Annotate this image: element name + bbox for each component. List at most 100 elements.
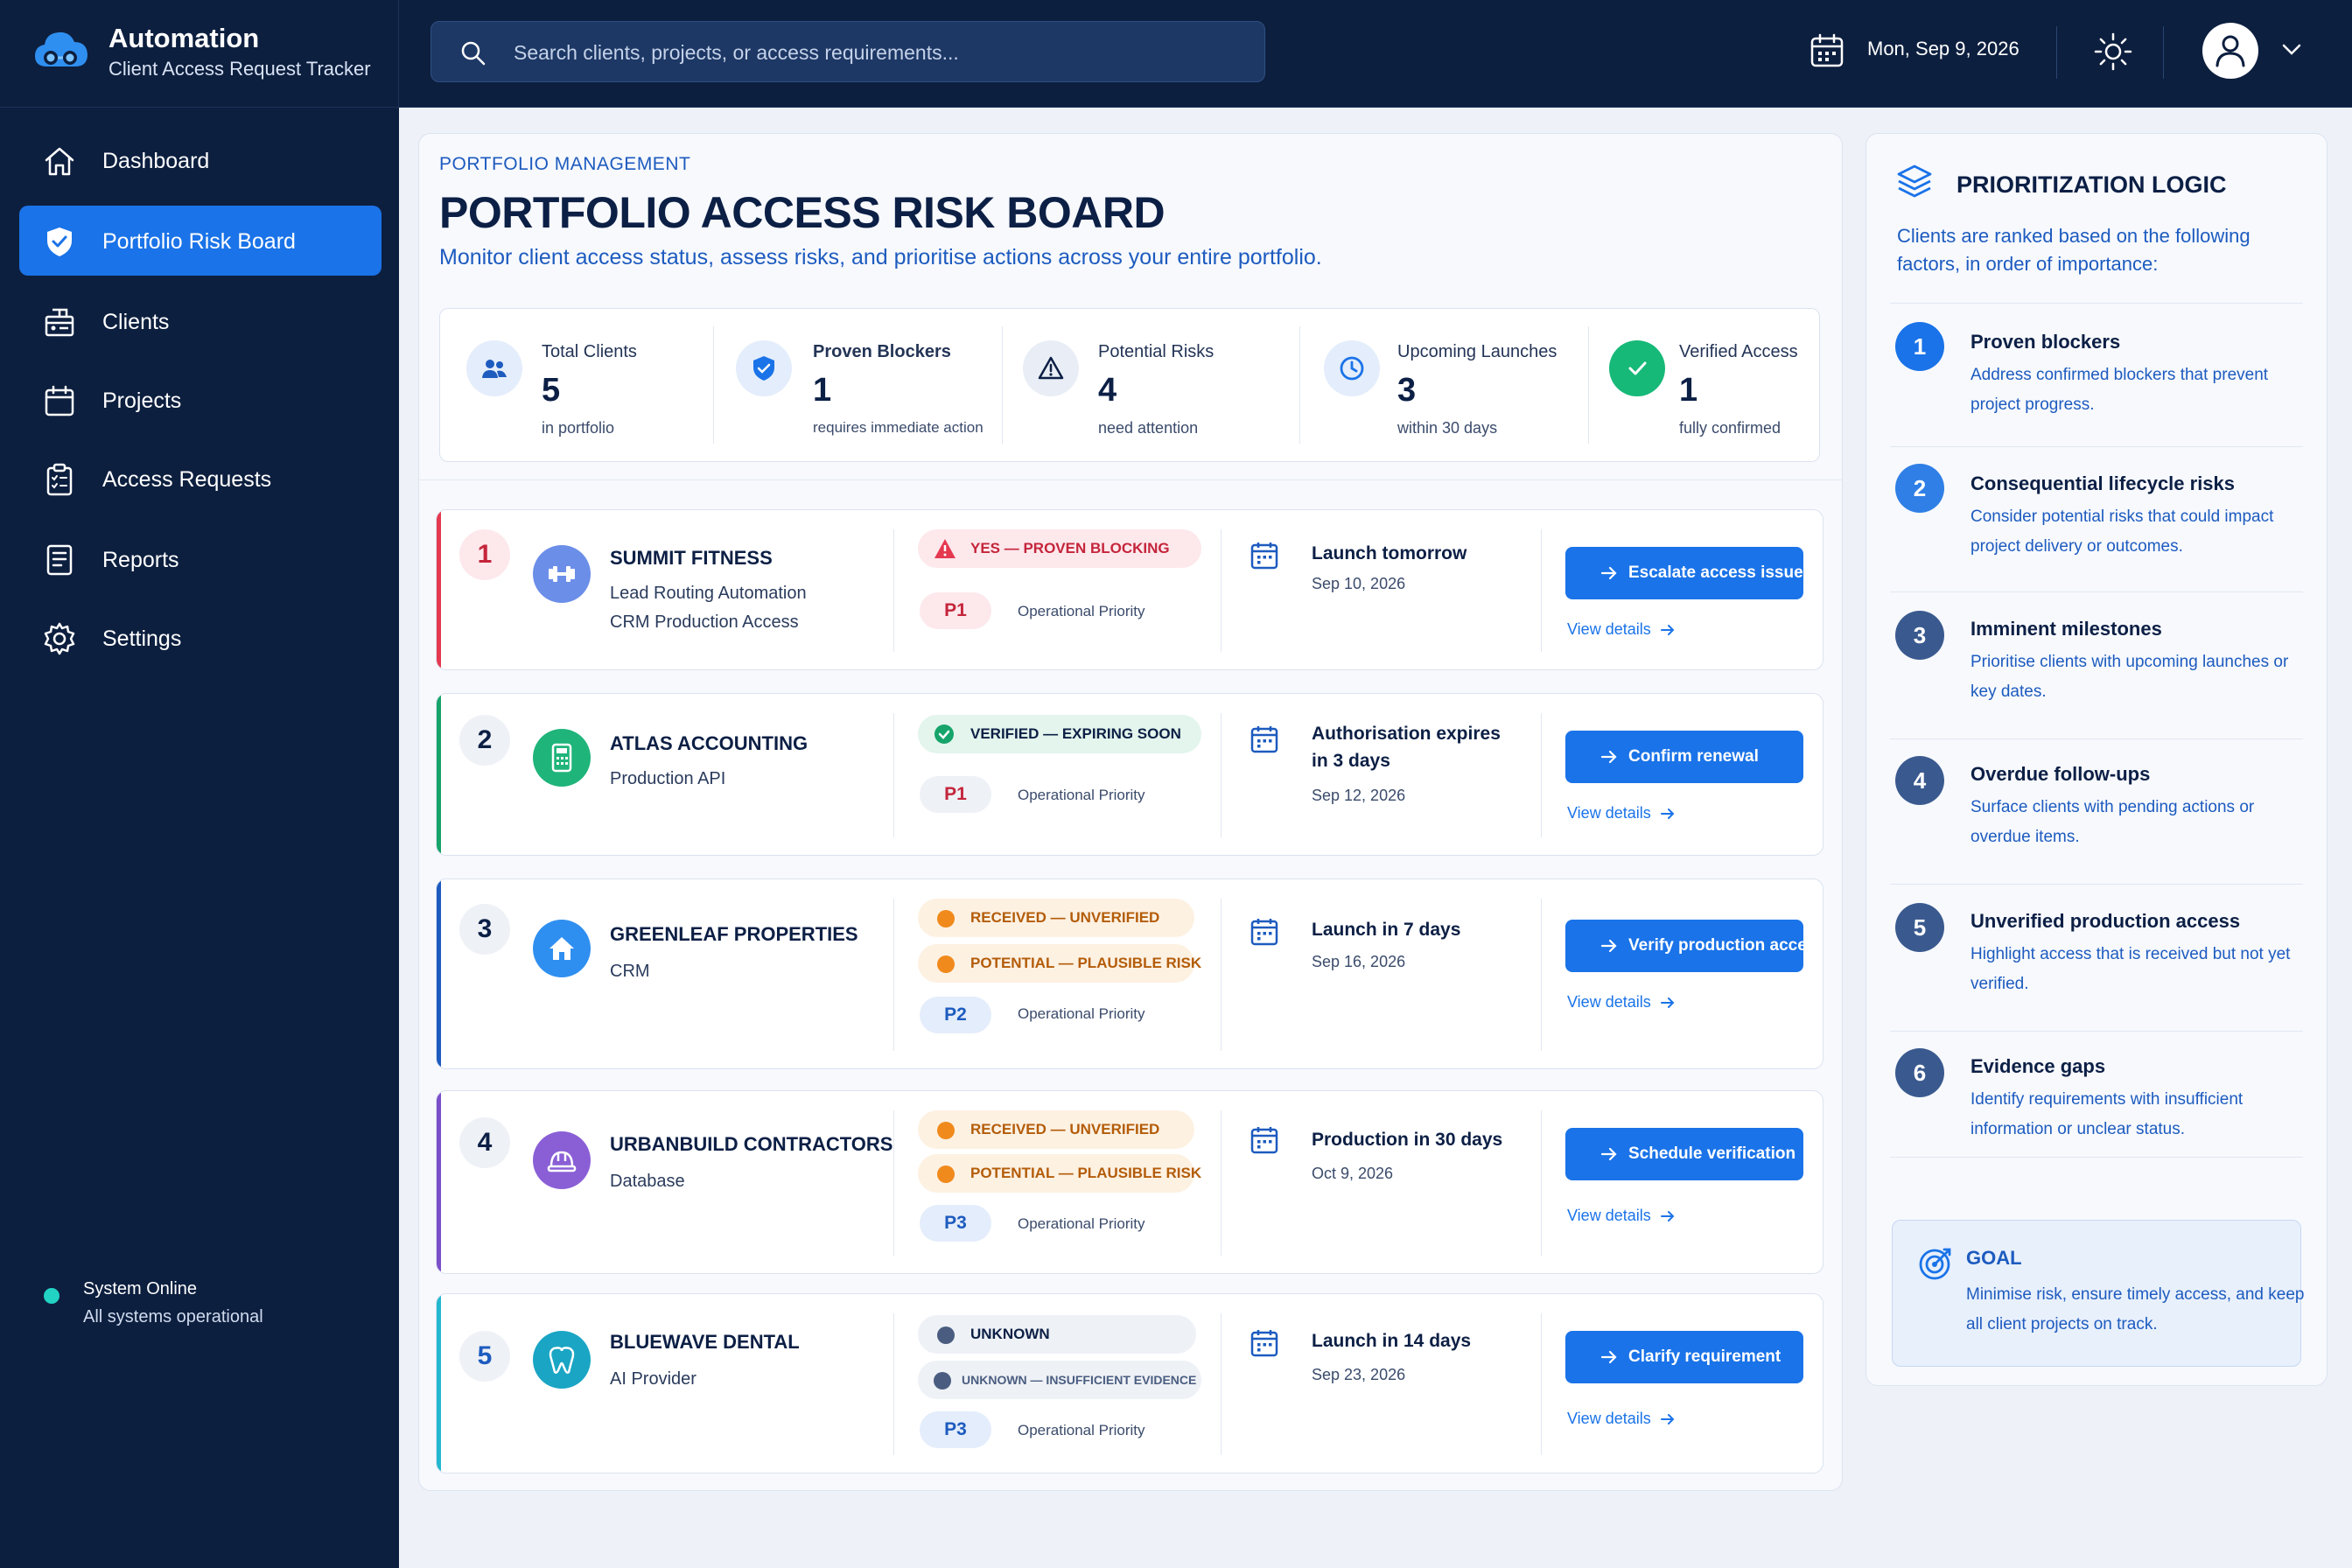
divider	[1890, 303, 2303, 304]
view-details-link[interactable]: View details	[1567, 804, 1676, 822]
gear-icon	[44, 622, 75, 655]
schedule-verification-button[interactable]: Schedule verification	[1565, 1128, 1803, 1180]
view-details-link[interactable]: View details	[1567, 1410, 1676, 1428]
divider	[1541, 713, 1542, 837]
prioritization-intro: Clients are ranked based on the followin…	[1897, 225, 2250, 275]
divider	[893, 899, 894, 1051]
stat-total-clients: Total Clients 5 in portfolio	[440, 309, 713, 461]
target-icon	[1919, 1248, 1951, 1280]
sidebar-item-projects[interactable]: Projects	[19, 365, 382, 435]
rank-badge: 2	[459, 715, 510, 766]
status-dot	[44, 1288, 60, 1304]
sidebar-item-portfolio-risk-board[interactable]: Portfolio Risk Board	[19, 206, 382, 276]
client-row[interactable]: 4 URBANBUILD CONTRACTORS Database RECEIV…	[436, 1090, 1824, 1274]
sidebar-item-clients[interactable]: Clients	[19, 286, 382, 356]
factor-description: Address confirmed blockers that prevent …	[1970, 366, 2269, 414]
clarify-requirement-button[interactable]: Clarify requirement	[1565, 1331, 1803, 1383]
client-row[interactable]: 2 ATLAS ACCOUNTING Production API VERIFI…	[436, 693, 1824, 856]
warning-icon	[1023, 340, 1079, 396]
view-details-link[interactable]: View details	[1567, 993, 1676, 1012]
confirm-renewal-button[interactable]: Confirm renewal	[1565, 731, 1803, 783]
divider	[1221, 713, 1222, 837]
verify-production-access-button[interactable]: Verify production access	[1565, 920, 1823, 972]
tooth-icon	[533, 1331, 591, 1389]
view-details-link[interactable]: View details	[1567, 1207, 1676, 1225]
priority-label: Operational Priority	[1018, 1005, 1145, 1022]
stat-proven-blockers: Proven Blockers 1 requires immediate act…	[713, 309, 1002, 461]
dumbbell-icon	[533, 545, 591, 603]
priority-label: Operational Priority	[1018, 787, 1145, 803]
document-icon	[46, 544, 73, 576]
prioritization-title: PRIORITIZATION LOGIC	[1956, 172, 2227, 198]
timing-date: Sep 10, 2026	[1312, 575, 1406, 592]
stat-potential-risks: Potential Risks 4 need attention	[1002, 309, 1270, 461]
calendar-icon	[1250, 1330, 1278, 1357]
warning-icon	[934, 539, 956, 558]
arrow-right-icon	[1600, 1147, 1617, 1161]
factor-description: Identify requirements with insufficient …	[1970, 1090, 2244, 1138]
clock-icon	[1324, 340, 1380, 396]
divider	[1890, 738, 2303, 739]
priority-label: Operational Priority	[1018, 603, 1145, 620]
sidebar-item-label: Access Requests	[102, 467, 272, 492]
status-badge-blocking: YES — PROVEN BLOCKING	[918, 529, 1201, 568]
divider	[2056, 26, 2057, 79]
sidebar-item-label: Projects	[102, 388, 182, 413]
factor-title: Consequential lifecycle risks	[1970, 472, 2236, 494]
factor-title: Unverified production access	[1970, 910, 2241, 932]
divider	[1890, 446, 2303, 447]
sidebar-item-label: Settings	[102, 626, 182, 651]
users-icon	[466, 340, 522, 396]
divider	[893, 1110, 894, 1256]
calendar-icon	[1250, 542, 1278, 570]
status-badge-unknown: UNKNOWN	[918, 1315, 1196, 1354]
client-row[interactable]: 3 GREENLEAF PROPERTIES CRM RECEIVED — UN…	[436, 878, 1824, 1069]
house-icon	[533, 920, 591, 977]
status-badge-potential-risk: POTENTIAL — PLAUSIBLE RISK	[918, 1154, 1201, 1193]
client-detail: CRM	[610, 962, 650, 981]
sun-icon[interactable]	[2093, 32, 2133, 72]
factor-number: 5	[1895, 903, 1944, 952]
divider	[1890, 1157, 2303, 1158]
sidebar-item-dashboard[interactable]: Dashboard	[19, 125, 382, 195]
search-bar[interactable]	[430, 21, 1265, 82]
arrow-right-icon	[1660, 1414, 1675, 1425]
stat-label: Verified Access	[1679, 342, 1798, 361]
client-detail: Lead Routing Automation	[610, 584, 807, 603]
sidebar-item-reports[interactable]: Reports	[19, 524, 382, 594]
priority-label: Operational Priority	[1018, 1215, 1145, 1232]
row-accent	[437, 510, 441, 669]
clients-icon	[45, 308, 74, 337]
sidebar-item-settings[interactable]: Settings	[19, 603, 382, 673]
client-row[interactable]: 1 SUMMIT FITNESS Lead Routing Automation…	[436, 509, 1824, 670]
status-badge-unverified: RECEIVED — UNVERIFIED	[918, 1110, 1194, 1149]
stat-note: in portfolio	[542, 419, 615, 437]
status-dot	[937, 1122, 955, 1139]
factor-description: Highlight access that is received but no…	[1970, 945, 2291, 993]
current-date: Mon, Sep 9, 2026	[1867, 38, 2020, 60]
factor-number: 1	[1895, 322, 1944, 371]
timing-date: Sep 12, 2026	[1312, 787, 1406, 804]
view-details-link[interactable]: View details	[1567, 620, 1676, 639]
stat-value: 1	[1679, 372, 1698, 409]
sidebar-item-access-requests[interactable]: Access Requests	[19, 444, 382, 514]
client-row[interactable]: 5 BLUEWAVE DENTAL AI Provider UNKNOWN UN…	[436, 1293, 1824, 1474]
clipboard-icon	[46, 463, 73, 496]
status-badge-verified: VERIFIED — EXPIRING SOON	[918, 715, 1201, 753]
shield-icon	[736, 340, 792, 396]
status-dot	[937, 1326, 955, 1344]
calendar-icon[interactable]	[1808, 32, 1846, 70]
layers-icon	[1897, 164, 1932, 198]
escalate-access-button[interactable]: Escalate access issue	[1565, 547, 1803, 599]
search-input[interactable]	[514, 34, 1231, 71]
app-name: Automation	[108, 23, 260, 53]
chevron-down-icon[interactable]	[2280, 42, 2303, 58]
priority-badge: P2	[920, 997, 991, 1033]
status-dot	[937, 1166, 955, 1183]
factor-description: Consider potential risks that could impa…	[1970, 508, 2274, 556]
user-avatar[interactable]	[2202, 23, 2258, 79]
timing-title: Launch in 14 days	[1312, 1331, 1472, 1351]
client-name: GREENLEAF PROPERTIES	[610, 923, 858, 945]
timing-date: Oct 9, 2026	[1312, 1165, 1394, 1182]
divider	[1541, 529, 1542, 652]
